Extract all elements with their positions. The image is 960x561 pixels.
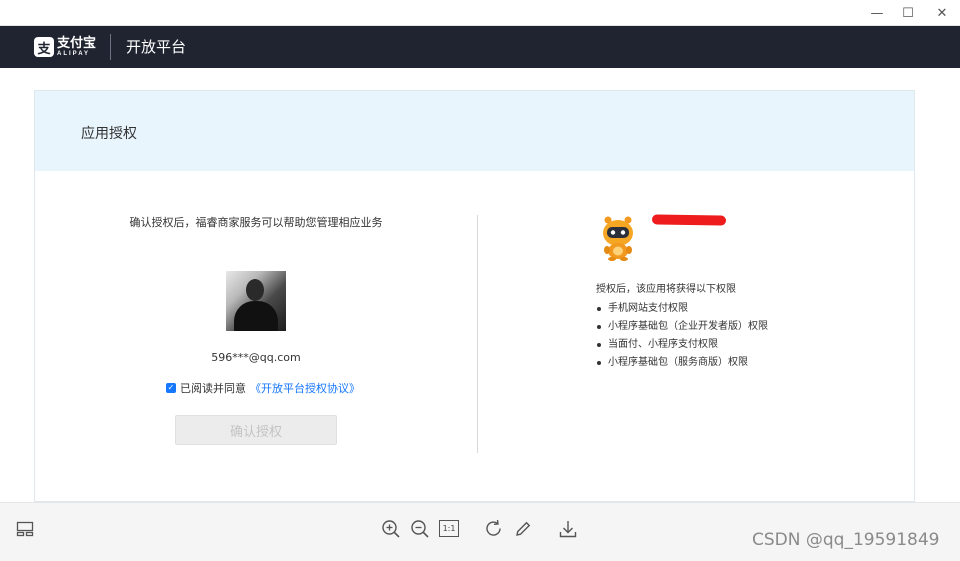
close-button[interactable]: ✕: [927, 0, 957, 26]
alipay-logo[interactable]: 支 支付宝 ALIPAY: [34, 32, 96, 62]
permission-item: 手机网站支付权限: [596, 301, 768, 319]
confirm-authorization-button[interactable]: 确认授权: [175, 415, 337, 445]
thumbnail-panel-icon[interactable]: [14, 518, 36, 540]
user-avatar: [226, 271, 286, 331]
robot-mascot-icon: [603, 216, 633, 261]
account-email: 596***@qq.com: [211, 351, 301, 364]
zoom-in-icon[interactable]: [380, 518, 402, 540]
logo-cn-text: 支付宝: [57, 36, 97, 51]
window-titlebar: — ☐ ✕: [0, 0, 960, 26]
zoom-out-icon[interactable]: [409, 518, 431, 540]
edit-icon[interactable]: [512, 518, 534, 540]
redacted-app-name: [651, 214, 727, 226]
agreement-link[interactable]: 《开放平台授权协议》: [250, 380, 360, 396]
permissions-list: 手机网站支付权限 小程序基础包（企业开发者版）权限 当面付、小程序支付权限 小程…: [596, 301, 768, 373]
csdn-watermark: CSDN @qq_19591849: [752, 530, 940, 550]
alipay-logo-icon: 支: [34, 37, 54, 57]
rotate-icon[interactable]: [483, 518, 505, 540]
permissions-intro: 授权后，该应用将获得以下权限: [596, 284, 736, 295]
header-divider: [110, 34, 111, 60]
app-header: 支 支付宝 ALIPAY 开放平台: [0, 26, 960, 68]
permission-item: 当面付、小程序支付权限: [596, 337, 768, 355]
download-icon[interactable]: [557, 518, 579, 540]
platform-title: 开放平台: [126, 38, 187, 56]
agree-label: 已阅读并同意: [180, 382, 246, 395]
permission-item: 小程序基础包（企业开发者版）权限: [596, 319, 768, 337]
authorization-card: 应用授权 确认授权后，福睿商家服务可以帮助您管理相应业务 596***@qq.c…: [34, 90, 915, 502]
minimize-button[interactable]: —: [862, 0, 892, 26]
permission-item: 小程序基础包（服务商版）权限: [596, 355, 768, 373]
agreement-row: ✓ 已阅读并同意 《开放平台授权协议》: [166, 380, 360, 396]
viewer-toolbar: 1:1 CSDN @qq_19591849: [0, 502, 960, 561]
actual-size-icon[interactable]: 1:1: [439, 520, 459, 537]
column-divider: [477, 215, 478, 453]
authorization-description: 确认授权后，福睿商家服务可以帮助您管理相应业务: [129, 216, 383, 229]
maximize-button[interactable]: ☐: [893, 0, 923, 26]
logo-en-text: ALIPAY: [57, 51, 91, 57]
card-header: 应用授权: [35, 91, 914, 171]
card-title: 应用授权: [81, 126, 137, 142]
agree-checkbox[interactable]: ✓: [166, 383, 176, 393]
